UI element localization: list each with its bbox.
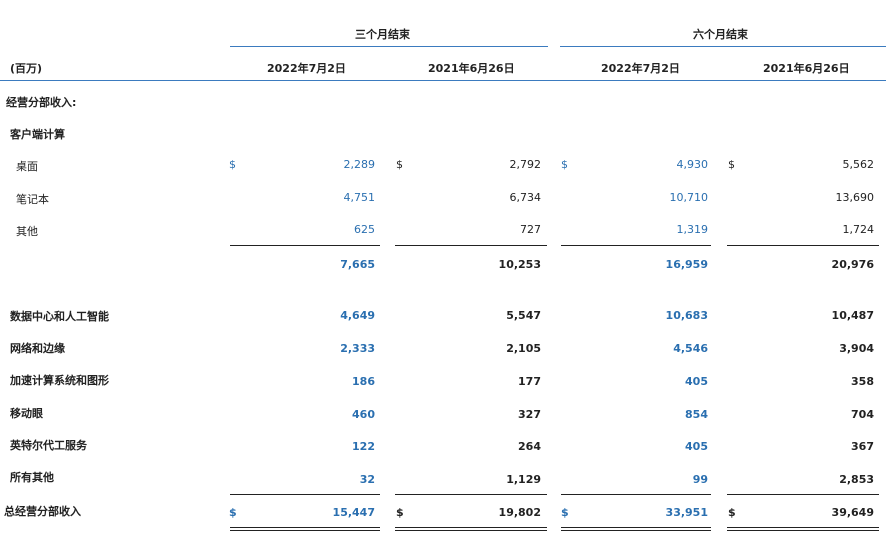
row-label-axg: 加速计算系统和图形 [10, 374, 109, 387]
row-label-notebook: 笔记本 [16, 193, 49, 206]
value-cell: 3,904 [839, 342, 874, 355]
value-cell: 122 [352, 440, 375, 453]
subsection-label: 客户端计算 [10, 128, 65, 141]
currency-symbol: $ [728, 506, 736, 519]
value-cell: 10,710 [669, 191, 709, 204]
currency-symbol: $ [396, 158, 403, 171]
value-cell: 177 [518, 375, 541, 388]
total-cell: 15,447 [332, 506, 375, 519]
value-cell: 1,129 [506, 473, 541, 486]
value-cell: 1,724 [842, 223, 875, 236]
row-label-ifs: 英特尔代工服务 [10, 439, 87, 452]
value-cell: 2,792 [509, 158, 542, 171]
value-cell: 625 [354, 223, 375, 236]
row-label-nex: 网络和边缘 [10, 342, 65, 355]
value-cell: 2,333 [340, 342, 375, 355]
header-rule [0, 80, 886, 81]
row-label-other: 其他 [16, 225, 38, 238]
subtotal-rule [230, 245, 380, 246]
value-cell: 405 [685, 440, 708, 453]
double-rule [395, 527, 547, 528]
value-cell: 2,289 [343, 158, 376, 171]
double-rule [727, 530, 879, 531]
total-rule [230, 494, 380, 495]
double-rule [230, 527, 380, 528]
value-cell: 186 [352, 375, 375, 388]
value-cell: 5,562 [842, 158, 875, 171]
value-cell: 6,734 [509, 191, 542, 204]
group-header-six-months: 六个月结束 [693, 28, 748, 41]
value-cell: 5,547 [506, 309, 541, 322]
value-cell: 10,487 [831, 309, 874, 322]
total-rule [727, 494, 879, 495]
value-cell: 358 [851, 375, 874, 388]
value-cell: 327 [518, 408, 541, 421]
value-cell: 367 [851, 440, 874, 453]
total-cell: 19,802 [498, 506, 541, 519]
subtotal-cell: 7,665 [340, 258, 375, 271]
value-cell: 10,683 [665, 309, 708, 322]
column-header-2: 2021年6月26日 [428, 62, 515, 75]
column-header-1: 2022年7月2日 [267, 62, 346, 75]
double-rule [395, 530, 547, 531]
column-header-4: 2021年6月26日 [763, 62, 850, 75]
value-cell: 4,649 [340, 309, 375, 322]
currency-symbol: $ [561, 158, 568, 171]
section-label: 经营分部收入: [6, 96, 77, 109]
value-cell: 2,105 [506, 342, 541, 355]
subtotal-cell: 20,976 [831, 258, 874, 271]
subtotal-cell: 16,959 [665, 258, 708, 271]
double-rule [561, 530, 711, 531]
row-label-desktop: 桌面 [16, 160, 38, 173]
subtotal-rule [561, 245, 711, 246]
double-rule [230, 530, 380, 531]
value-cell: 99 [692, 473, 708, 486]
currency-symbol: $ [229, 158, 236, 171]
subtotal-rule [727, 245, 879, 246]
row-label-dcai: 数据中心和人工智能 [10, 310, 109, 323]
value-cell: 4,930 [676, 158, 709, 171]
total-cell: 33,951 [665, 506, 708, 519]
double-rule [727, 527, 879, 528]
value-cell: 1,319 [676, 223, 709, 236]
group-header-three-months: 三个月结束 [355, 28, 410, 41]
value-cell: 4,751 [343, 191, 376, 204]
currency-symbol: $ [561, 506, 569, 519]
subtotal-rule [395, 245, 547, 246]
double-rule [561, 527, 711, 528]
value-cell: 405 [685, 375, 708, 388]
subtotal-cell: 10,253 [498, 258, 541, 271]
row-label-total: 总经营分部收入 [4, 505, 81, 518]
currency-symbol: $ [229, 506, 237, 519]
value-cell: 32 [359, 473, 375, 486]
row-label-mobileye: 移动眼 [10, 407, 43, 420]
value-cell: 704 [851, 408, 874, 421]
value-cell: 854 [685, 408, 708, 421]
column-header-3: 2022年7月2日 [601, 62, 680, 75]
value-cell: 727 [520, 223, 541, 236]
currency-symbol: $ [728, 158, 735, 171]
total-rule [395, 494, 547, 495]
unit-label: (百万) [10, 62, 43, 75]
total-cell: 39,649 [831, 506, 874, 519]
row-label-all-other: 所有其他 [10, 471, 54, 484]
group-underline-three-months [230, 46, 548, 47]
value-cell: 264 [518, 440, 541, 453]
value-cell: 4,546 [673, 342, 708, 355]
value-cell: 13,690 [835, 191, 875, 204]
total-rule [561, 494, 711, 495]
value-cell: 2,853 [839, 473, 874, 486]
group-underline-six-months [560, 46, 886, 47]
currency-symbol: $ [396, 506, 404, 519]
value-cell: 460 [352, 408, 375, 421]
